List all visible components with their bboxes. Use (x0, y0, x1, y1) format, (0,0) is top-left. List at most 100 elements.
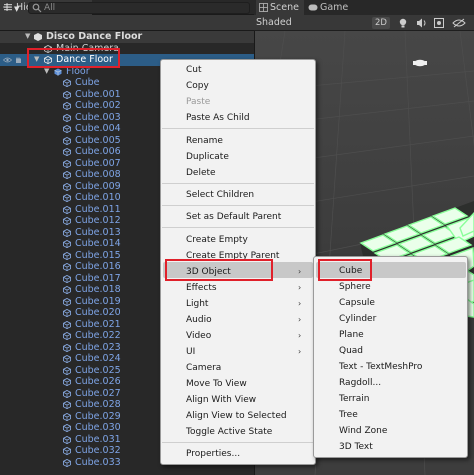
cube-label: Cube.011 (75, 203, 121, 215)
menu-item-duplicate[interactable]: Duplicate (186, 150, 229, 164)
prefab-cube-icon (63, 343, 71, 352)
cube-label: Cube.005 (75, 134, 121, 146)
menu-item-effects[interactable]: Effects (186, 281, 217, 295)
cube-label: Cube.027 (75, 387, 121, 399)
visibility-icon[interactable] (3, 56, 12, 64)
prefab-cube-icon (63, 355, 71, 363)
chevron-down-icon: ▼ (14, 5, 20, 13)
menu-item-toggle-active-state[interactable]: Toggle Active State (186, 425, 272, 439)
menu-item-cut[interactable]: Cut (186, 63, 202, 77)
menu-item-video[interactable]: Video (186, 329, 211, 343)
submenu-3d-object (313, 256, 468, 458)
scene-root-label: Disco Dance Floor (46, 31, 143, 42)
pickable-hand-icon[interactable] (14, 56, 23, 64)
prefab-cube-icon (63, 320, 71, 329)
cube-label: Cube.010 (75, 192, 121, 203)
submenu-item-terrain[interactable]: Terrain (339, 392, 369, 406)
tab-scene-label: Scene (270, 2, 299, 13)
submenu-item-sphere[interactable]: Sphere (339, 280, 371, 294)
menu-separator (162, 205, 314, 206)
prefab-cube-icon (63, 217, 71, 225)
expand-arrow-icon: ▼ (25, 32, 31, 40)
toggle-2d-button[interactable]: 2D (372, 17, 390, 29)
cube-label: Cube.029 (75, 410, 121, 422)
menu-item-align-view-to-selected[interactable]: Align View to Selected (186, 409, 287, 423)
menu-item-create-empty[interactable]: Create Empty (186, 233, 248, 247)
prefab-cube-icon (63, 389, 71, 398)
cube-label: Cube.018 (75, 284, 121, 295)
submenu-item-quad[interactable]: Quad (339, 344, 363, 358)
prefab-cube-icon (63, 378, 71, 386)
add-object-button[interactable]: + ▼ (2, 1, 24, 14)
menu-item-light[interactable]: Light (186, 297, 208, 311)
submenu-item-text-textmeshpro[interactable]: Text - TextMeshPro (339, 360, 422, 374)
cube-label: Cube.004 (75, 123, 121, 134)
annotation-box-cube (318, 259, 372, 281)
chevron-right-icon: › (298, 283, 302, 292)
chevron-right-icon: › (298, 347, 302, 356)
cube-label: Cube.003 (75, 111, 121, 123)
cube-label: Cube.019 (75, 295, 121, 307)
prefab-cube-icon (63, 332, 71, 340)
cube-label: Cube.009 (75, 180, 121, 192)
menu-item-set-default-parent[interactable]: Set as Default Parent (186, 210, 281, 224)
prefab-cube-icon (63, 401, 71, 409)
chevron-right-icon: › (298, 267, 302, 276)
menu-item-delete[interactable]: Delete (186, 166, 216, 180)
hidden-objects-icon[interactable] (452, 17, 466, 29)
submenu-item-wind-zone[interactable]: Wind Zone (339, 424, 387, 438)
cube-label: Cube.006 (75, 146, 121, 157)
cube-label: Cube.026 (75, 376, 121, 387)
cube-label: Cube.032 (75, 445, 121, 456)
cube-label: Cube.013 (75, 226, 121, 238)
prefab-cube-icon (63, 228, 71, 237)
chevron-right-icon: › (298, 331, 302, 340)
prefab-cube-icon (63, 366, 71, 375)
prefab-cube-icon (63, 297, 71, 306)
menu-item-copy[interactable]: Copy (186, 79, 209, 93)
cube-label: Cube.012 (75, 215, 121, 226)
menu-item-ui[interactable]: UI (186, 345, 195, 359)
prefab-cube-icon (63, 424, 71, 432)
menu-item-paste-as-child[interactable]: Paste As Child (186, 111, 250, 125)
prefab-cube-icon (63, 159, 71, 168)
menu-item-paste: Paste (186, 97, 211, 107)
prefab-cube-icon (54, 68, 62, 76)
chevron-right-icon: › (298, 315, 302, 324)
prefab-cube-icon (63, 171, 71, 179)
submenu-item-cylinder[interactable]: Cylinder (339, 312, 376, 326)
prefab-cube-icon (63, 240, 71, 248)
menu-item-select-children[interactable]: Select Children (186, 188, 254, 202)
cube-label: Cube.008 (75, 169, 121, 180)
search-input[interactable] (44, 2, 244, 14)
grid-icon (259, 3, 268, 12)
menu-item-move-to-view[interactable]: Move To View (186, 377, 247, 391)
submenu-item-plane[interactable]: Plane (339, 328, 364, 342)
submenu-item-ragdoll[interactable]: Ragdoll... (339, 376, 381, 390)
menu-item-camera[interactable]: Camera (186, 361, 221, 375)
search-icon (32, 3, 42, 13)
prefab-cube-icon (63, 125, 71, 133)
prefab-cube-icon (63, 435, 71, 444)
tab-scene[interactable]: Scene (256, 0, 304, 15)
prefab-cube-icon (63, 412, 71, 421)
tab-game[interactable]: Game (306, 0, 366, 15)
submenu-item-3d-text[interactable]: 3D Text (339, 440, 373, 454)
menu-item-rename[interactable]: Rename (186, 134, 223, 148)
prefab-cube-icon (63, 79, 71, 87)
effects-icon[interactable] (432, 17, 446, 29)
gamepad-icon (308, 4, 318, 11)
menu-item-audio[interactable]: Audio (186, 313, 212, 327)
shading-mode-dropdown[interactable]: Shaded (256, 15, 336, 31)
prefab-cube-icon (63, 274, 71, 283)
submenu-item-tree[interactable]: Tree (339, 408, 358, 422)
menu-item-properties[interactable]: Properties... (186, 447, 240, 461)
lighting-icon[interactable] (396, 17, 410, 29)
audio-icon[interactable] (414, 17, 428, 29)
menu-separator (162, 227, 314, 228)
menu-item-align-with-view[interactable]: Align With View (186, 393, 256, 407)
cube-label: Cube.021 (75, 318, 121, 330)
scene-root-row[interactable]: ▼ Disco Dance Floor (0, 31, 254, 43)
submenu-item-capsule[interactable]: Capsule (339, 296, 375, 310)
cube-label: Cube.030 (75, 422, 121, 433)
